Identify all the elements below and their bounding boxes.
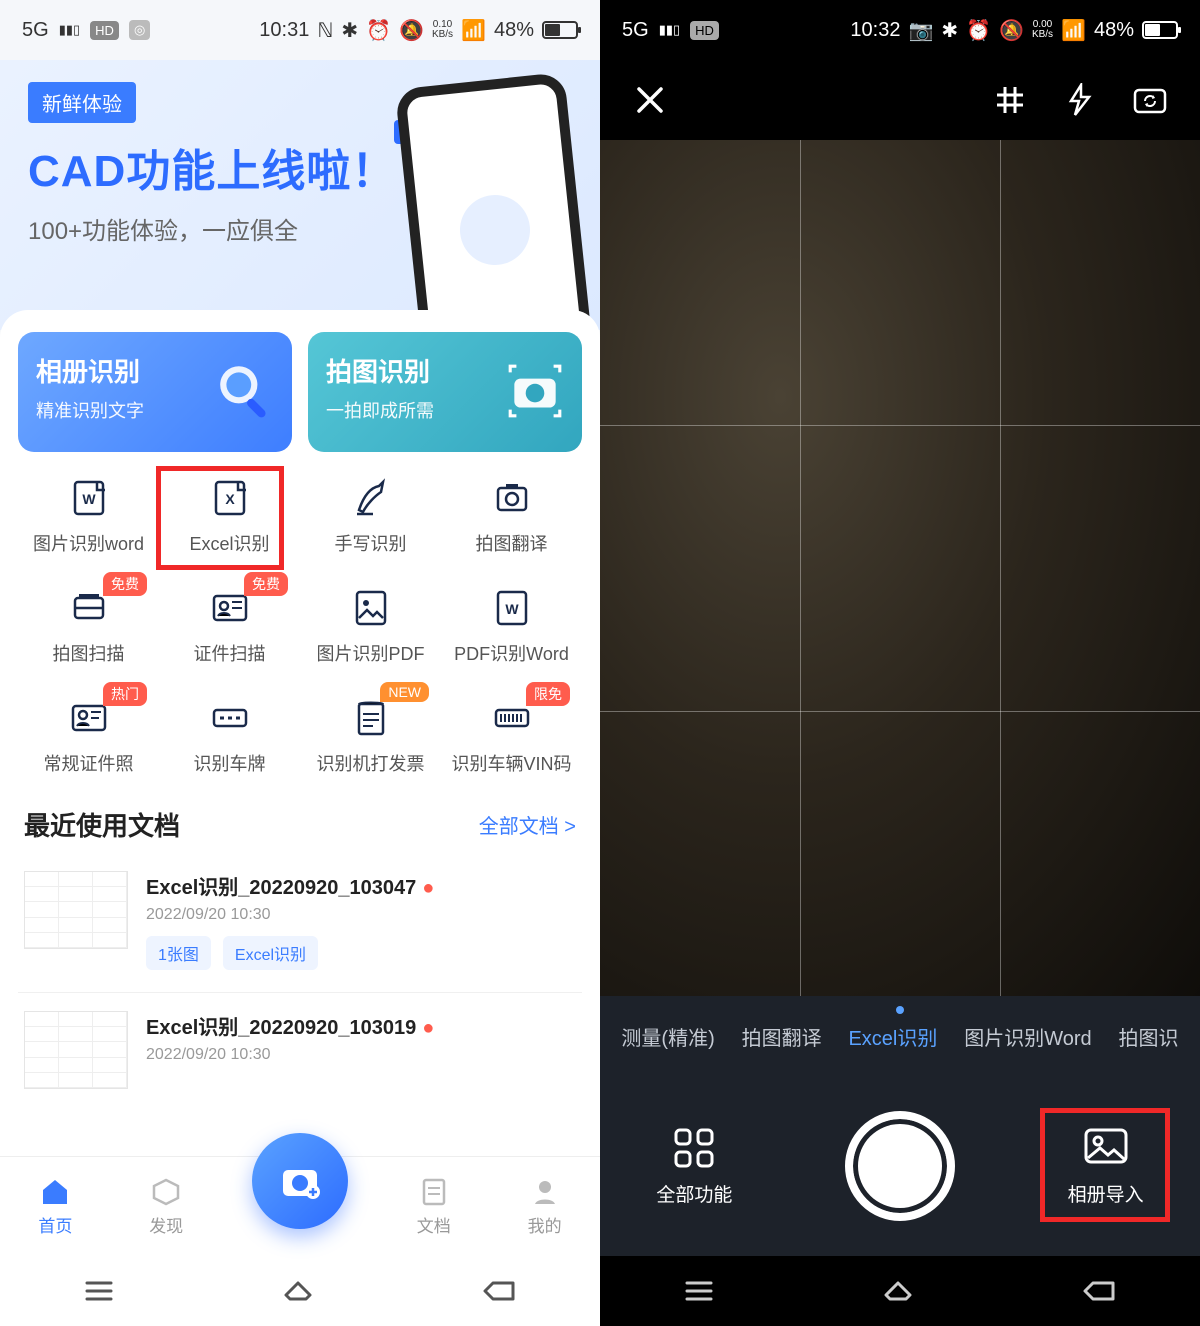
camera-screen: 5G ▮▮▯ HD 10:32 📷✱⏰🔕 0.00KB/s 📶 48% 测量(精: [600, 0, 1200, 1326]
all-docs-link[interactable]: 全部文档 >: [479, 810, 576, 839]
feature-handwrite[interactable]: 手写识别: [300, 476, 441, 556]
battery-percent: 48%: [1094, 19, 1134, 42]
back-sys-icon[interactable]: [1079, 1273, 1119, 1309]
system-nav: [0, 1256, 600, 1326]
album-import-button[interactable]: 相册导入: [1068, 1126, 1144, 1207]
grid4-icon: [672, 1126, 716, 1170]
svg-text:W: W: [505, 601, 519, 617]
nav-docs[interactable]: 文档: [417, 1176, 451, 1237]
switch-camera[interactable]: [1126, 76, 1174, 124]
feature-idphoto[interactable]: 热门常规证件照: [18, 696, 159, 776]
active-dot: [896, 1006, 904, 1014]
nav-camera-fab[interactable]: [252, 1133, 348, 1229]
switch-camera-icon: [1131, 81, 1169, 119]
flash-toggle[interactable]: [1056, 76, 1104, 124]
all-functions-button[interactable]: 全部功能: [656, 1126, 732, 1207]
shutter-button[interactable]: [845, 1111, 955, 1221]
recent-title: 最近使用文档: [24, 806, 180, 843]
close-button[interactable]: [626, 76, 674, 124]
nav-home[interactable]: 首页: [38, 1176, 72, 1237]
home-icon: [39, 1176, 71, 1208]
battery-percent: 48%: [494, 19, 534, 42]
camera-scan-icon: [504, 360, 566, 422]
phone-illustration: [395, 72, 595, 330]
hd-badge: HD: [690, 21, 719, 40]
grid-icon: [993, 83, 1027, 117]
svg-text:X: X: [225, 491, 235, 507]
mode-word[interactable]: 图片识别Word: [964, 1022, 1091, 1051]
menu-icon[interactable]: [81, 1273, 117, 1309]
image-icon: [1082, 1126, 1130, 1170]
doc-thumbnail: [24, 1011, 128, 1089]
hero-badge: 新鲜体验: [28, 82, 136, 123]
camera-recognition-card[interactable]: 拍图识别 一拍即成所需: [308, 332, 582, 452]
network-5g: 5G: [22, 19, 49, 42]
camera-plus-icon: [275, 1156, 325, 1206]
flash-icon: [1063, 83, 1097, 117]
mode-more[interactable]: 拍图识: [1119, 1022, 1179, 1051]
user-icon: [529, 1176, 561, 1208]
clock: 10:31: [259, 19, 309, 42]
feature-excel[interactable]: XExcel识别: [159, 476, 300, 556]
hero-banner[interactable]: 新鲜体验 CAD功能上线啦！ 100+功能体验，一应俱全 CAD: [0, 60, 600, 330]
feature-vin[interactable]: 限免识别车辆VIN码: [441, 696, 582, 776]
menu-icon[interactable]: [681, 1273, 717, 1309]
feature-idscan[interactable]: 免费证件扫描: [159, 586, 300, 666]
nav-discover[interactable]: 发现: [149, 1176, 183, 1237]
battery-icon: [1142, 21, 1178, 39]
home-sys-icon[interactable]: [880, 1273, 916, 1309]
svg-text:W: W: [82, 491, 96, 507]
camera-top-bar: [600, 60, 1200, 140]
cube-icon: [150, 1176, 182, 1208]
clock: 10:32: [850, 19, 900, 42]
hd-badge: HD: [90, 21, 119, 40]
mode-measure[interactable]: 测量(精准): [621, 1022, 714, 1051]
chip-pages: 1张图: [146, 936, 211, 970]
feature-translate[interactable]: 拍图翻译: [441, 476, 582, 556]
doc-icon: [418, 1176, 450, 1208]
battery-icon: [542, 21, 578, 39]
album-recognition-card[interactable]: 相册识别 精准识别文字: [18, 332, 292, 452]
mode-selector[interactable]: 测量(精准) 拍图翻译 Excel识别 图片识别Word 拍图识: [600, 996, 1200, 1076]
recent-doc-2[interactable]: Excel识别_20220920_103019● 2022/09/20 10:3…: [18, 992, 582, 1111]
mode-excel[interactable]: Excel识别: [848, 1022, 937, 1051]
status-bar: 5G ▮▮▯ HD 10:32 📷✱⏰🔕 0.00KB/s 📶 48%: [600, 0, 1200, 60]
feature-word[interactable]: W图片识别word: [18, 476, 159, 556]
home-sys-icon[interactable]: [280, 1273, 316, 1309]
capture-bar: 全部功能 相册导入: [600, 1076, 1200, 1256]
back-sys-icon[interactable]: [479, 1273, 519, 1309]
feature-plate[interactable]: 识别车牌: [159, 696, 300, 776]
grid-toggle[interactable]: [986, 76, 1034, 124]
bottom-nav: 首页 发现 文档 我的: [0, 1156, 600, 1256]
chip-type: Excel识别: [223, 936, 318, 970]
status-bar: 5G ▮▮▯ HD ◎ 10:31 ℕ✱⏰🔕 0.10KB/s 📶 48%: [0, 0, 600, 60]
feature-grid: W图片识别word XExcel识别 手写识别 拍图翻译 免费拍图扫描 免费证件…: [18, 476, 582, 776]
nav-me[interactable]: 我的: [528, 1176, 562, 1237]
feature-invoice[interactable]: NEW识别机打发票: [300, 696, 441, 776]
magnifier-icon: [214, 360, 276, 422]
feature-pdfimg[interactable]: 图片识别PDF: [300, 586, 441, 666]
close-icon: [633, 83, 667, 117]
feature-scan[interactable]: 免费拍图扫描: [18, 586, 159, 666]
recent-doc-1[interactable]: Excel识别_20220920_103047● 2022/09/20 10:3…: [18, 865, 582, 992]
gridlines-overlay: [600, 140, 1200, 996]
network-5g: 5G: [622, 19, 649, 42]
system-nav: [600, 1256, 1200, 1326]
camera-viewfinder[interactable]: [600, 140, 1200, 996]
feature-pdfword[interactable]: WPDF识别Word: [441, 586, 582, 666]
doc-thumbnail: [24, 871, 128, 949]
home-screen: 5G ▮▮▯ HD ◎ 10:31 ℕ✱⏰🔕 0.10KB/s 📶 48% 新鲜…: [0, 0, 600, 1326]
mode-translate[interactable]: 拍图翻译: [742, 1022, 822, 1051]
